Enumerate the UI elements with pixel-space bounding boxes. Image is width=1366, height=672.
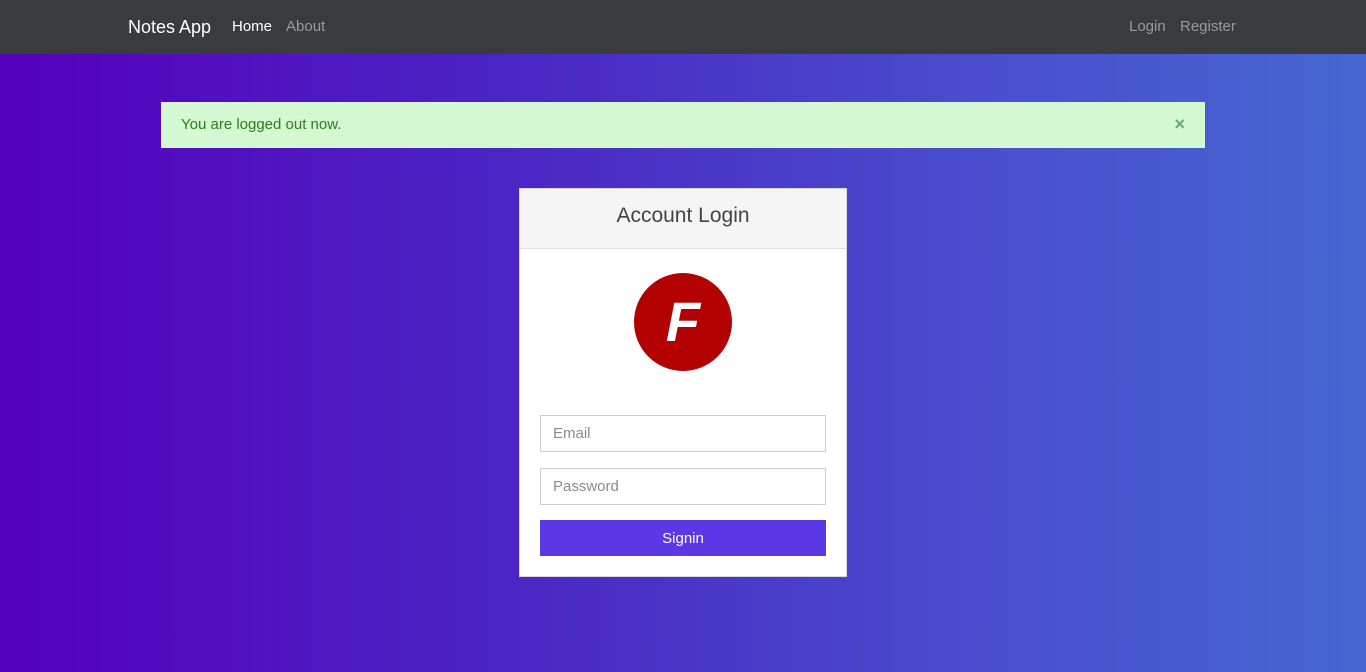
password-field[interactable] xyxy=(540,468,826,505)
brand-link[interactable]: Notes App xyxy=(128,16,211,38)
nav-about-link[interactable]: About xyxy=(286,18,325,36)
logout-alert: You are logged out now. × xyxy=(161,102,1205,148)
card-title: Account Login xyxy=(616,204,750,227)
email-field[interactable] xyxy=(540,415,826,452)
nav-home-link[interactable]: Home xyxy=(232,18,272,36)
alert-message: You are logged out now. xyxy=(181,116,342,133)
signin-button[interactable]: Signin xyxy=(540,520,826,556)
close-icon[interactable]: × xyxy=(1174,115,1185,133)
nav-register-link[interactable]: Register xyxy=(1180,18,1236,36)
logo-letter: F xyxy=(665,290,701,353)
nav-login-link[interactable]: Login xyxy=(1129,18,1166,36)
login-card: Account Login F Signin xyxy=(519,188,847,577)
navbar: Notes App Home About Login Register xyxy=(0,0,1366,54)
app-logo: F xyxy=(634,273,732,371)
card-header: Account Login xyxy=(520,189,846,249)
